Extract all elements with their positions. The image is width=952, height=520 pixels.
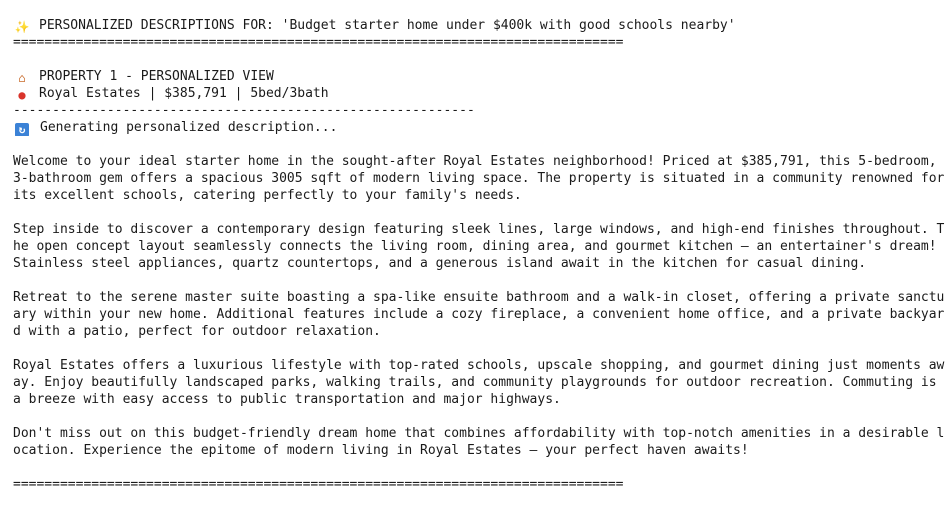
paragraph-line: 3-bathroom gem offers a spacious 3005 sq… — [13, 171, 945, 186]
paragraph-line: d with a patio, perfect for outdoor rela… — [13, 324, 381, 339]
paragraph-line: ay. Enjoy beautifully landscaped parks, … — [13, 375, 937, 390]
refresh-icon: ↻ — [15, 123, 29, 136]
paragraph-line: its excellent schools, catering perfectl… — [13, 188, 522, 203]
house-icon: ⌂ — [18, 71, 26, 85]
status-text: Generating personalized description... — [40, 120, 338, 135]
paragraph-line: Welcome to your ideal starter home in th… — [13, 154, 937, 169]
sparkles-icon: ✨ — [14, 20, 30, 34]
property-summary: Royal Estates | $385,791 | 5bed/3bath — [39, 86, 329, 101]
status-line: ↻ Generating personalized description... — [13, 119, 952, 136]
paragraph-line: Retreat to the serene master suite boast… — [13, 290, 945, 305]
paragraph-line: Step inside to discover a contemporary d… — [13, 222, 945, 237]
footer-rule: ========================================… — [13, 477, 624, 492]
property-heading-line: ⌂ PROPERTY 1 - PERSONALIZED VIEW — [13, 68, 952, 85]
description-paragraph-5: Don't miss out on this budget-friendly d… — [13, 425, 952, 459]
pin-icon: ● — [18, 88, 26, 102]
paragraph-line: Don't miss out on this budget-friendly d… — [13, 426, 945, 441]
description-paragraph-4: Royal Estates offers a luxurious lifesty… — [13, 357, 952, 408]
paragraph-line: Stainless steel appliances, quartz count… — [13, 256, 867, 271]
description-paragraph-2: Step inside to discover a contemporary d… — [13, 221, 952, 272]
description-paragraph-3: Retreat to the serene master suite boast… — [13, 289, 952, 340]
header-rule: ========================================… — [13, 35, 624, 50]
property-heading: PROPERTY 1 - PERSONALIZED VIEW — [39, 69, 274, 84]
paragraph-line: he open concept layout seamlessly connec… — [13, 239, 937, 254]
paragraph-line: ocation. Experience the epitome of moder… — [13, 443, 749, 458]
property-dash-rule: ----------------------------------------… — [13, 103, 475, 118]
property-summary-line: ● Royal Estates | $385,791 | 5bed/3bath — [13, 85, 952, 102]
description-paragraph-1: Welcome to your ideal starter home in th… — [13, 153, 952, 204]
paragraph-line: a breeze with easy access to public tran… — [13, 392, 561, 407]
paragraph-line: Royal Estates offers a luxurious lifesty… — [13, 358, 945, 373]
paragraph-line: ary within your new home. Additional fea… — [13, 307, 945, 322]
header-line: ✨ PERSONALIZED DESCRIPTIONS FOR: 'Budget … — [13, 17, 952, 34]
terminal-output: ✨ PERSONALIZED DESCRIPTIONS FOR: 'Budget … — [0, 0, 952, 520]
header-title: PERSONALIZED DESCRIPTIONS FOR: 'Budget s… — [39, 18, 736, 33]
